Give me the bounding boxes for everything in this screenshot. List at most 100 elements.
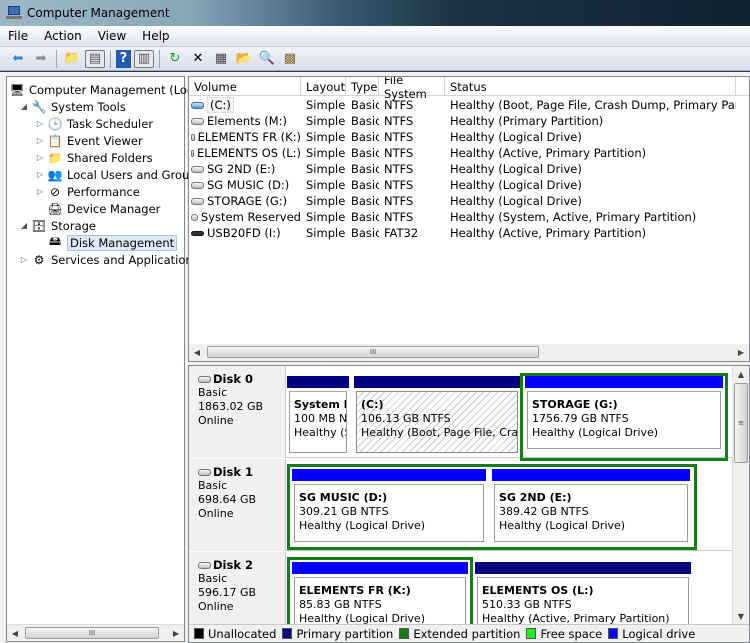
scroll-thumb[interactable]: ≡	[734, 383, 748, 463]
disk-icon	[198, 375, 211, 383]
expand-arrow-icon[interactable]: ▷	[35, 136, 45, 145]
expand-arrow-icon[interactable]: ◢	[19, 221, 29, 230]
volume-cell: USB20FD (I:)	[189, 226, 301, 240]
tree-item-device-manager[interactable]: 🖨 Device Manager	[35, 200, 160, 217]
partition-name: System Re	[294, 398, 346, 411]
expand-arrow-icon[interactable]: ▷	[35, 187, 45, 196]
tree-horizontal-scrollbar[interactable]: ◀ III ▶	[7, 624, 184, 641]
menu-file[interactable]: File	[8, 29, 28, 43]
refresh-button[interactable]: ↻	[165, 50, 185, 68]
open-button[interactable]: 📂	[234, 50, 254, 68]
tree-item-disk-management[interactable]: 🖴 Disk Management	[35, 234, 178, 251]
scroll-down-icon[interactable]: ▼	[733, 608, 749, 624]
scroll-left-icon[interactable]: ◀	[189, 344, 205, 360]
settings-icon: ▩	[283, 51, 297, 66]
partition-name: ELEMENTS OS (L:)	[482, 584, 594, 597]
search-button[interactable]: 🔍	[257, 50, 277, 68]
show-hide-action-pane-button[interactable]: ▥	[134, 49, 154, 68]
partition-sg-2nd-e[interactable]: SG 2ND (E:) 389.42 GB NTFS Healthy (Logica…	[492, 469, 690, 545]
volume-row[interactable]: STORAGE (G:) Simple Basic NTFS Healthy (Logi…	[189, 193, 736, 209]
delete-button[interactable]: ✕	[188, 50, 208, 68]
scroll-thumb[interactable]: III	[25, 627, 159, 639]
disk-icon	[191, 149, 195, 157]
partition-name: SG MUSIC (D:)	[299, 491, 388, 504]
disk-info[interactable]: Disk 1 Basic 698.64 GB Online	[189, 459, 286, 551]
file-system-cell: FAT32	[384, 226, 419, 240]
disk-view-vertical-scrollbar[interactable]: ▲ ≡ ▼	[732, 366, 749, 624]
column-type[interactable]: Type	[346, 77, 379, 96]
tree-item-computer-management-local[interactable]: 🖥 Computer Management (Local	[9, 81, 203, 98]
tree-item-services-and-applications[interactable]: ▷ ⚙ Services and Applications	[19, 251, 199, 268]
tree-item-task-scheduler[interactable]: ▷ 🕒 Task Scheduler	[35, 115, 153, 132]
scroll-thumb[interactable]: III	[207, 346, 539, 358]
storage-icon: 🗄	[31, 218, 47, 233]
disk-icon	[191, 165, 204, 173]
up-folder-button[interactable]: 📁	[62, 50, 82, 68]
volume-row[interactable]: Elements (M:) Simple Basic NTFS Healthy (Pri…	[189, 113, 736, 129]
layout-cell: Simple	[306, 210, 346, 224]
legend-swatch	[399, 628, 410, 639]
help-button[interactable]: ?	[116, 49, 131, 68]
back-button[interactable]: ⬅	[8, 50, 28, 68]
layout-cell: Simple	[306, 194, 346, 208]
menu-action[interactable]: Action	[44, 29, 82, 43]
column-layout[interactable]: Layout	[301, 77, 346, 96]
volume-cell: Elements (M:)	[189, 114, 301, 128]
partition-system-re[interactable]: System Re100 MB NTHealthy (S	[287, 376, 349, 456]
expand-arrow-icon[interactable]: ◢	[19, 102, 29, 111]
volume-list-header: Volume Layout Type File System Status	[189, 77, 749, 101]
volume-name: System Reserved	[200, 210, 301, 224]
volume-horizontal-scrollbar[interactable]: ◀ III ▶	[189, 344, 749, 361]
tree-item-system-tools[interactable]: ◢ 🔧 System Tools	[19, 98, 126, 115]
scroll-right-icon[interactable]: ▶	[168, 625, 184, 641]
partition-c[interactable]: (C:) 106.13 GB NTFS Healthy (Boot, Page Fi…	[354, 376, 520, 456]
volume-list: Volume Layout Type File System Status (C…	[188, 76, 750, 362]
volume-row[interactable]: USB20FD (I:) Simple Basic FAT32 Healthy (Act…	[189, 225, 736, 241]
layout-cell: Simple	[306, 146, 346, 160]
partition-storage-g[interactable]: STORAGE (G:) 1756.79 GB NTFS Healthy (Logi…	[525, 376, 723, 452]
event-viewer-icon: 📋	[47, 133, 63, 148]
tree-item-performance[interactable]: ▷ ⊘ Performance	[35, 183, 140, 200]
tree-item-label: Local Users and Groups	[67, 167, 203, 182]
scroll-left-icon[interactable]: ◀	[7, 625, 23, 641]
expand-arrow-icon[interactable]: ▷	[35, 153, 45, 162]
layout-cell: Simple	[306, 114, 346, 128]
properties-button[interactable]: ▦	[211, 50, 231, 68]
disk-info[interactable]: Disk 0 Basic 1863.02 GB Online	[189, 366, 286, 458]
tree-item-local-users-and-groups[interactable]: ▷ 👥 Local Users and Groups	[35, 166, 203, 183]
menu-help[interactable]: Help	[142, 29, 169, 43]
volume-row[interactable]: ELEMENTS FR (K:) Simple Basic NTFS Healthy (…	[189, 129, 736, 145]
status-cell: Healthy (Logical Drive)	[450, 130, 582, 144]
volume-row[interactable]: SG 2ND (E:) Simple Basic NTFS Healthy (Logic…	[189, 161, 736, 177]
volume-cell: ELEMENTS FR (K:)	[189, 130, 301, 144]
device-manager-icon: 🖨	[47, 201, 63, 216]
menu-view[interactable]: View	[98, 29, 126, 43]
expand-arrow-icon[interactable]: ▷	[35, 119, 45, 128]
tree-item-event-viewer[interactable]: ▷ 📋 Event Viewer	[35, 132, 143, 149]
volume-row[interactable]: System Reserved Simple Basic NTFS Healthy (S…	[189, 209, 736, 225]
column-file-system[interactable]: File System	[379, 77, 445, 101]
forward-button[interactable]: ➡	[31, 50, 51, 68]
volume-row[interactable]: ELEMENTS OS (L:) Simple Basic NTFS Healthy (…	[189, 145, 736, 161]
column-volume[interactable]: Volume	[189, 77, 301, 96]
settings-button[interactable]: ▩	[280, 50, 300, 68]
partition-type-bar	[475, 562, 691, 574]
scroll-right-icon[interactable]: ▶	[733, 344, 749, 360]
disk-state: Online	[198, 600, 234, 613]
column-status[interactable]: Status	[445, 77, 736, 96]
disk-size: 596.17 GB	[198, 586, 257, 599]
status-cell: Healthy (Primary Partition)	[450, 114, 604, 128]
volume-row[interactable]: SG MUSIC (D:) Simple Basic NTFS Healthy (Log…	[189, 177, 736, 193]
partition-status: Healthy (Logical Drive)	[532, 426, 659, 439]
expand-arrow-icon[interactable]: ▷	[35, 170, 45, 179]
expand-arrow-icon[interactable]: ▷	[19, 255, 29, 264]
type-cell: Basic	[351, 146, 379, 160]
layout-cell: Simple	[306, 130, 346, 144]
partition-sg-music-d[interactable]: SG MUSIC (D:) 309.21 GB NTFS Healthy (Logi…	[292, 469, 486, 545]
tools-icon: 🔧	[31, 99, 47, 114]
show-hide-console-tree-button[interactable]: ▤	[85, 49, 105, 68]
toolbar-separator	[56, 49, 57, 68]
tree-item-shared-folders[interactable]: ▷ 📁 Shared Folders	[35, 149, 153, 166]
scroll-up-icon[interactable]: ▲	[733, 366, 749, 382]
volume-row[interactable]: (C:) Simple Basic NTFS Healthy (Boot, Page F…	[189, 97, 736, 113]
